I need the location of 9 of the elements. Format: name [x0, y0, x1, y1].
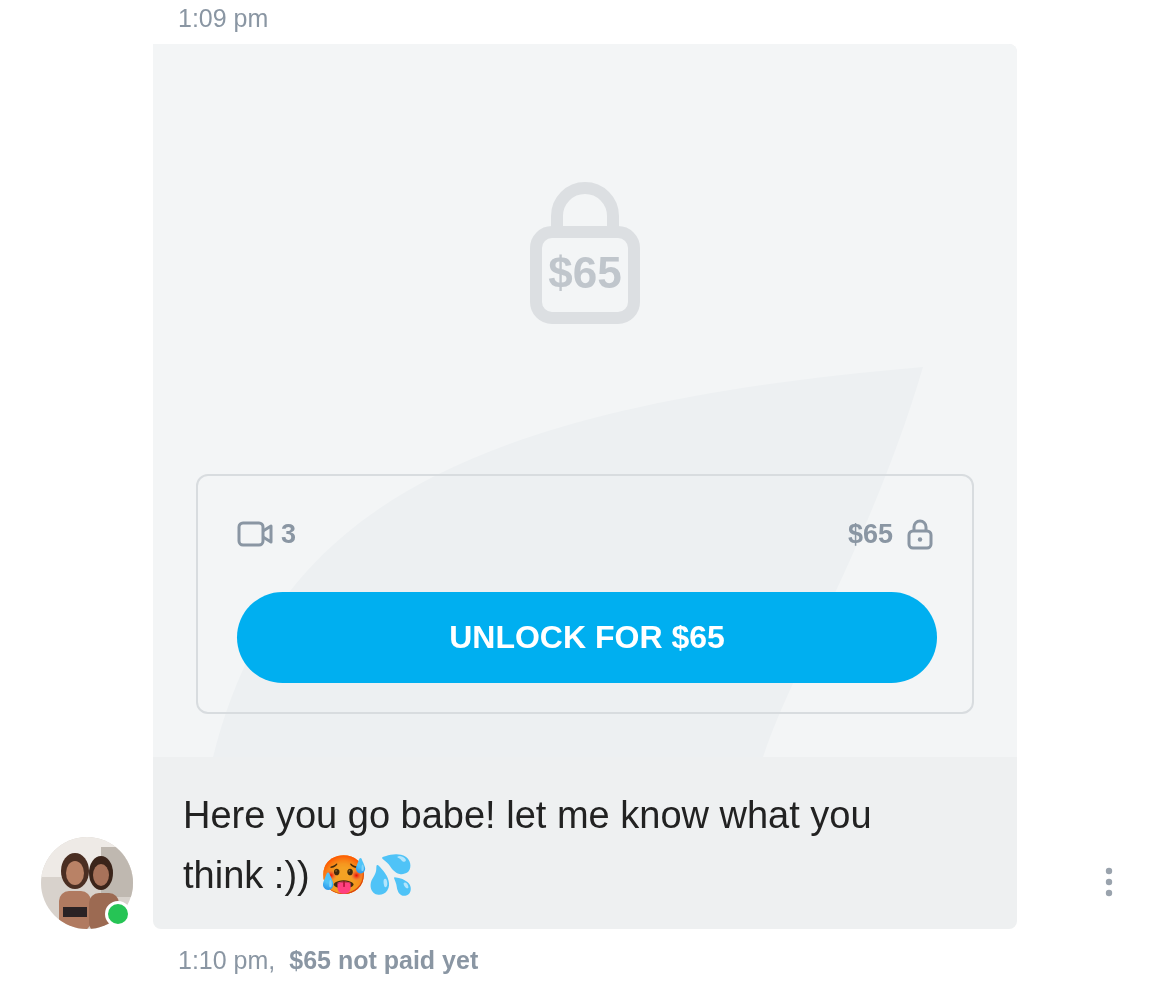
- video-camera-icon: [237, 521, 273, 547]
- price: $65: [847, 518, 893, 550]
- more-options-icon[interactable]: [1104, 867, 1113, 897]
- message-text: Here you go babe! let me know what you think :)) 🥵💦: [183, 793, 873, 898]
- message-time: 1:10 pm,: [178, 945, 276, 975]
- media-count: 3: [281, 518, 297, 550]
- payment-status: $65 not paid yet: [289, 945, 479, 975]
- message-time: 1:09 pm: [178, 3, 269, 33]
- unlock-button[interactable]: UNLOCK FOR $65: [237, 592, 937, 683]
